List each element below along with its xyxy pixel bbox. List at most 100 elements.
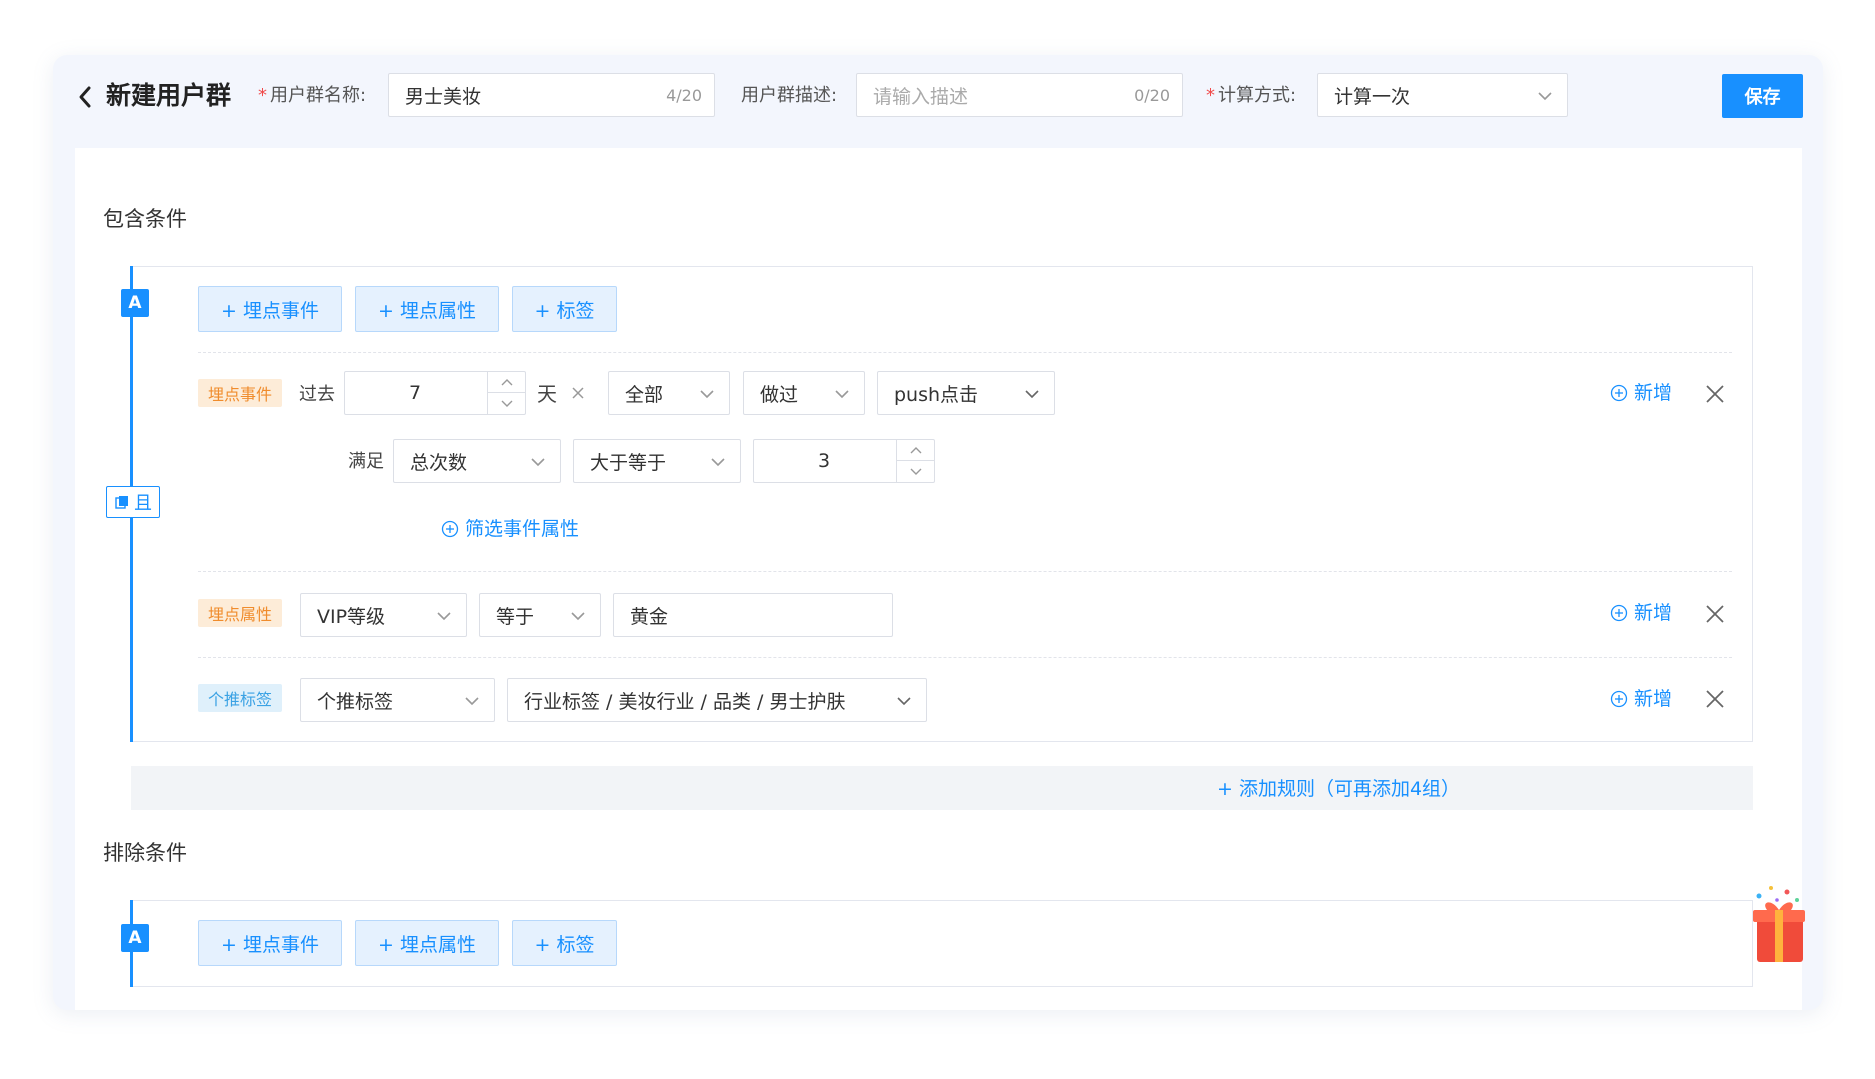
- decrement-button[interactable]: [488, 393, 525, 414]
- scope-value: 全部: [625, 383, 664, 406]
- exclude-add-event-button[interactable]: + 埋点事件: [198, 920, 342, 966]
- chevron-down-icon: [531, 458, 545, 467]
- group-desc-placeholder: 请输入描述: [873, 85, 969, 108]
- page-title: 新建用户群: [106, 81, 232, 110]
- calc-mode-label-text: 计算方式:: [1218, 85, 1297, 106]
- exclude-add-tag-button[interactable]: + 标签: [512, 920, 617, 966]
- plus-circle-icon: [1610, 384, 1628, 402]
- plus-circle-icon: [1610, 690, 1628, 708]
- meet-label: 满足: [348, 451, 384, 472]
- clear-days-icon[interactable]: [570, 385, 586, 401]
- add-event-attr-button[interactable]: + 埋点属性: [355, 286, 499, 332]
- gift-icon[interactable]: [1749, 882, 1805, 966]
- add-event-button[interactable]: + 埋点事件: [198, 286, 342, 332]
- chevron-down-icon: [711, 458, 725, 467]
- chevron-down-icon: [1538, 92, 1552, 101]
- decrement-button[interactable]: [897, 461, 934, 482]
- increment-button[interactable]: [897, 440, 934, 461]
- close-icon[interactable]: [1705, 384, 1725, 404]
- add-rule-link[interactable]: + 添加规则（可再添加4组）: [1217, 774, 1460, 804]
- event-select[interactable]: push点击: [877, 371, 1055, 415]
- exclude-add-event-attr-button[interactable]: + 埋点属性: [355, 920, 499, 966]
- include-group-badge: A: [121, 289, 149, 317]
- action-value: 做过: [760, 383, 799, 406]
- filter-link-label: 筛选事件属性: [465, 518, 580, 540]
- filter-event-attr-link[interactable]: 筛选事件属性: [441, 514, 579, 544]
- include-group-a: [131, 266, 1753, 742]
- attr-operator-select[interactable]: 等于: [479, 593, 601, 637]
- increment-button[interactable]: [488, 372, 525, 393]
- add-tag-button[interactable]: + 标签: [512, 286, 617, 332]
- chevron-up-icon: [910, 447, 921, 454]
- tag-rule-add-link[interactable]: 新增: [1610, 684, 1672, 714]
- event-rule-tag: 埋点事件: [198, 379, 283, 407]
- required-mark: *: [258, 85, 267, 106]
- copy-icon: [115, 496, 128, 509]
- group-desc-input[interactable]: 请输入描述 0/20: [856, 73, 1183, 117]
- and-toggle[interactable]: 且: [106, 486, 160, 518]
- past-label: 过去: [299, 384, 335, 405]
- event-rule-add-link[interactable]: 新增: [1610, 378, 1672, 408]
- divider: [198, 571, 1732, 572]
- metric-select[interactable]: 总次数: [393, 439, 561, 483]
- divider: [198, 657, 1732, 658]
- divider: [198, 352, 1732, 353]
- threshold-stepper[interactable]: 3: [753, 439, 935, 483]
- chevron-down-icon: [897, 697, 911, 706]
- attr-rule-add-link[interactable]: 新增: [1610, 598, 1672, 628]
- chevron-down-icon: [700, 390, 714, 399]
- group-desc-label: 用户群描述:: [741, 85, 838, 106]
- exclude-section-title: 排除条件: [103, 841, 187, 865]
- include-section-title: 包含条件: [103, 207, 187, 231]
- chevron-down-icon: [571, 612, 585, 621]
- tag-path-value: 行业标签 / 美妆行业 / 品类 / 男士护肤: [524, 690, 846, 713]
- days-unit: 天: [537, 382, 557, 406]
- chevron-down-icon: [465, 697, 479, 706]
- add-link-label: 新增: [1634, 382, 1673, 404]
- group-name-label: * 用户群名称:: [258, 81, 366, 111]
- add-rule-bar: [131, 766, 1753, 810]
- metric-value: 总次数: [410, 451, 468, 474]
- group-name-value: 男士美妆: [405, 85, 482, 108]
- calc-mode-select[interactable]: 计算一次: [1317, 73, 1568, 117]
- scope-select[interactable]: 全部: [608, 371, 730, 415]
- plus-circle-icon: [441, 520, 459, 538]
- chevron-down-icon: [437, 612, 451, 621]
- exclude-group-badge: A: [121, 924, 149, 952]
- chevron-down-icon: [835, 390, 849, 399]
- tag-rule-tag: 个推标签: [198, 684, 283, 712]
- add-link-label: 新增: [1634, 602, 1673, 624]
- operator-select[interactable]: 大于等于: [573, 439, 741, 483]
- attr-field-value: VIP等级: [317, 605, 386, 628]
- attr-operator-value: 等于: [496, 605, 535, 628]
- chevron-up-icon: [501, 379, 512, 386]
- tag-source-select[interactable]: 个推标签: [300, 678, 495, 722]
- group-name-input[interactable]: 男士美妆 4/20: [388, 73, 715, 117]
- calc-mode-label: * 计算方式:: [1206, 81, 1296, 111]
- threshold-value: 3: [817, 450, 831, 472]
- operator-value: 大于等于: [590, 451, 667, 474]
- stepper-controls: [896, 440, 934, 482]
- calc-mode-value: 计算一次: [1334, 85, 1411, 108]
- chevron-down-icon: [1025, 390, 1039, 399]
- attr-value: 黄金: [630, 605, 669, 628]
- days-value: 7: [408, 382, 422, 404]
- tag-path-select[interactable]: 行业标签 / 美妆行业 / 品类 / 男士护肤: [507, 678, 927, 722]
- close-icon[interactable]: [1705, 604, 1725, 624]
- attr-value-input[interactable]: 黄金: [613, 593, 893, 637]
- event-value: push点击: [894, 383, 979, 406]
- save-button[interactable]: 保存: [1722, 74, 1803, 118]
- action-select[interactable]: 做过: [743, 371, 865, 415]
- attr-field-select[interactable]: VIP等级: [300, 593, 467, 637]
- required-mark: *: [1206, 85, 1215, 106]
- group-desc-counter: 0/20: [1134, 86, 1170, 105]
- close-icon[interactable]: [1705, 689, 1725, 709]
- days-stepper[interactable]: 7: [344, 371, 526, 415]
- plus-circle-icon: [1610, 604, 1628, 622]
- group-name-counter: 4/20: [666, 86, 702, 105]
- tag-source-value: 个推标签: [317, 690, 394, 713]
- and-label: 且: [134, 493, 152, 514]
- back-icon[interactable]: [75, 82, 95, 112]
- attr-rule-tag: 埋点属性: [198, 599, 283, 627]
- chevron-down-icon: [501, 400, 512, 407]
